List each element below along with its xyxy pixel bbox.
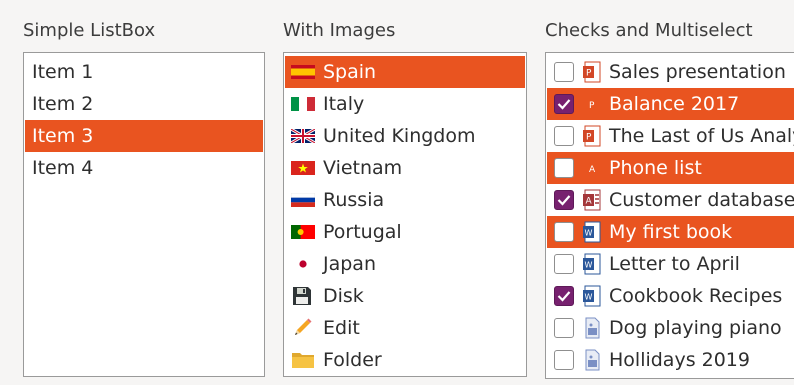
svg-text:P: P (586, 133, 592, 143)
pdf-icon: P (583, 93, 601, 115)
image-list-item[interactable]: Disk (285, 280, 525, 312)
item-checkbox[interactable] (554, 286, 574, 306)
floppy-disk-icon (291, 286, 319, 306)
image-list-item[interactable]: Portugal (285, 216, 525, 248)
item-checkbox[interactable] (554, 222, 574, 242)
word-icon: W (583, 285, 601, 307)
svg-text:W: W (585, 293, 593, 302)
vietnam-flag-icon (291, 158, 319, 178)
simple-listbox[interactable]: Item 1 Item 2 Item 3 Item 4 (23, 52, 265, 377)
item-checkbox[interactable] (554, 190, 574, 210)
simple-list-item[interactable]: Item 1 (25, 56, 263, 88)
item-checkbox[interactable] (554, 350, 574, 370)
pdf-icon: A (583, 157, 601, 179)
check-list-item[interactable]: W Letter to April (547, 248, 794, 280)
svg-text:A: A (589, 165, 596, 175)
check-list-item[interactable]: A Customer database (547, 184, 794, 216)
image-list-item[interactable]: Spain (285, 56, 525, 88)
image-list-item[interactable]: United Kingdom (285, 120, 525, 152)
uk-flag-icon (291, 126, 319, 146)
powerpoint-icon: P (583, 61, 601, 83)
check-list-item[interactable]: W My first book (547, 216, 794, 248)
italy-flag-icon (291, 94, 319, 114)
checks-listbox-title: Checks and Multiselect (545, 20, 753, 41)
check-list-item[interactable]: W Cookbook Recipes (547, 280, 794, 312)
images-listbox[interactable]: Spain Italy United Kingdom Vietnam Russi (283, 52, 527, 377)
spain-flag-icon (291, 62, 319, 82)
item-checkbox[interactable] (554, 254, 574, 274)
checks-listbox[interactable]: P Sales presentation P Balance 2017 P Th… (545, 52, 794, 379)
word-icon: W (583, 221, 601, 243)
image-file-icon (583, 349, 601, 371)
japan-flag-icon (291, 254, 319, 274)
folder-icon (291, 350, 319, 370)
image-list-item[interactable]: Edit (285, 312, 525, 344)
svg-text:A: A (586, 197, 593, 207)
image-list-item[interactable]: Vietnam (285, 152, 525, 184)
image-list-item[interactable]: Japan (285, 248, 525, 280)
powerpoint-icon: P (583, 125, 601, 147)
item-checkbox[interactable] (554, 318, 574, 338)
svg-text:P: P (589, 101, 595, 111)
simple-list-item[interactable]: Item 4 (25, 152, 263, 184)
simple-list-item[interactable]: Item 2 (25, 88, 263, 120)
svg-text:W: W (585, 261, 593, 270)
image-file-icon (583, 317, 601, 339)
russia-flag-icon (291, 190, 319, 210)
check-list-item[interactable]: P Balance 2017 (547, 88, 794, 120)
svg-text:P: P (586, 69, 592, 79)
check-list-item[interactable]: Hollidays 2019 (547, 344, 794, 376)
item-checkbox[interactable] (554, 94, 574, 114)
image-list-item[interactable]: Italy (285, 88, 525, 120)
image-list-item[interactable]: Russia (285, 184, 525, 216)
item-checkbox[interactable] (554, 62, 574, 82)
portugal-flag-icon (291, 222, 319, 242)
images-listbox-title: With Images (283, 20, 396, 41)
item-checkbox[interactable] (554, 158, 574, 178)
check-list-item[interactable]: P Sales presentation (547, 56, 794, 88)
check-list-item[interactable]: Dog playing piano (547, 312, 794, 344)
simple-list-item[interactable]: Item 3 (25, 120, 263, 152)
word-icon: W (583, 253, 601, 275)
svg-text:W: W (585, 229, 593, 238)
item-checkbox[interactable] (554, 126, 574, 146)
check-list-item[interactable]: A Phone list (547, 152, 794, 184)
check-list-item[interactable]: P The Last of Us Analysis (547, 120, 794, 152)
image-list-item[interactable]: Folder (285, 344, 525, 376)
pencil-icon (291, 318, 319, 338)
simple-listbox-title: Simple ListBox (23, 20, 156, 41)
access-icon: A (583, 189, 601, 211)
